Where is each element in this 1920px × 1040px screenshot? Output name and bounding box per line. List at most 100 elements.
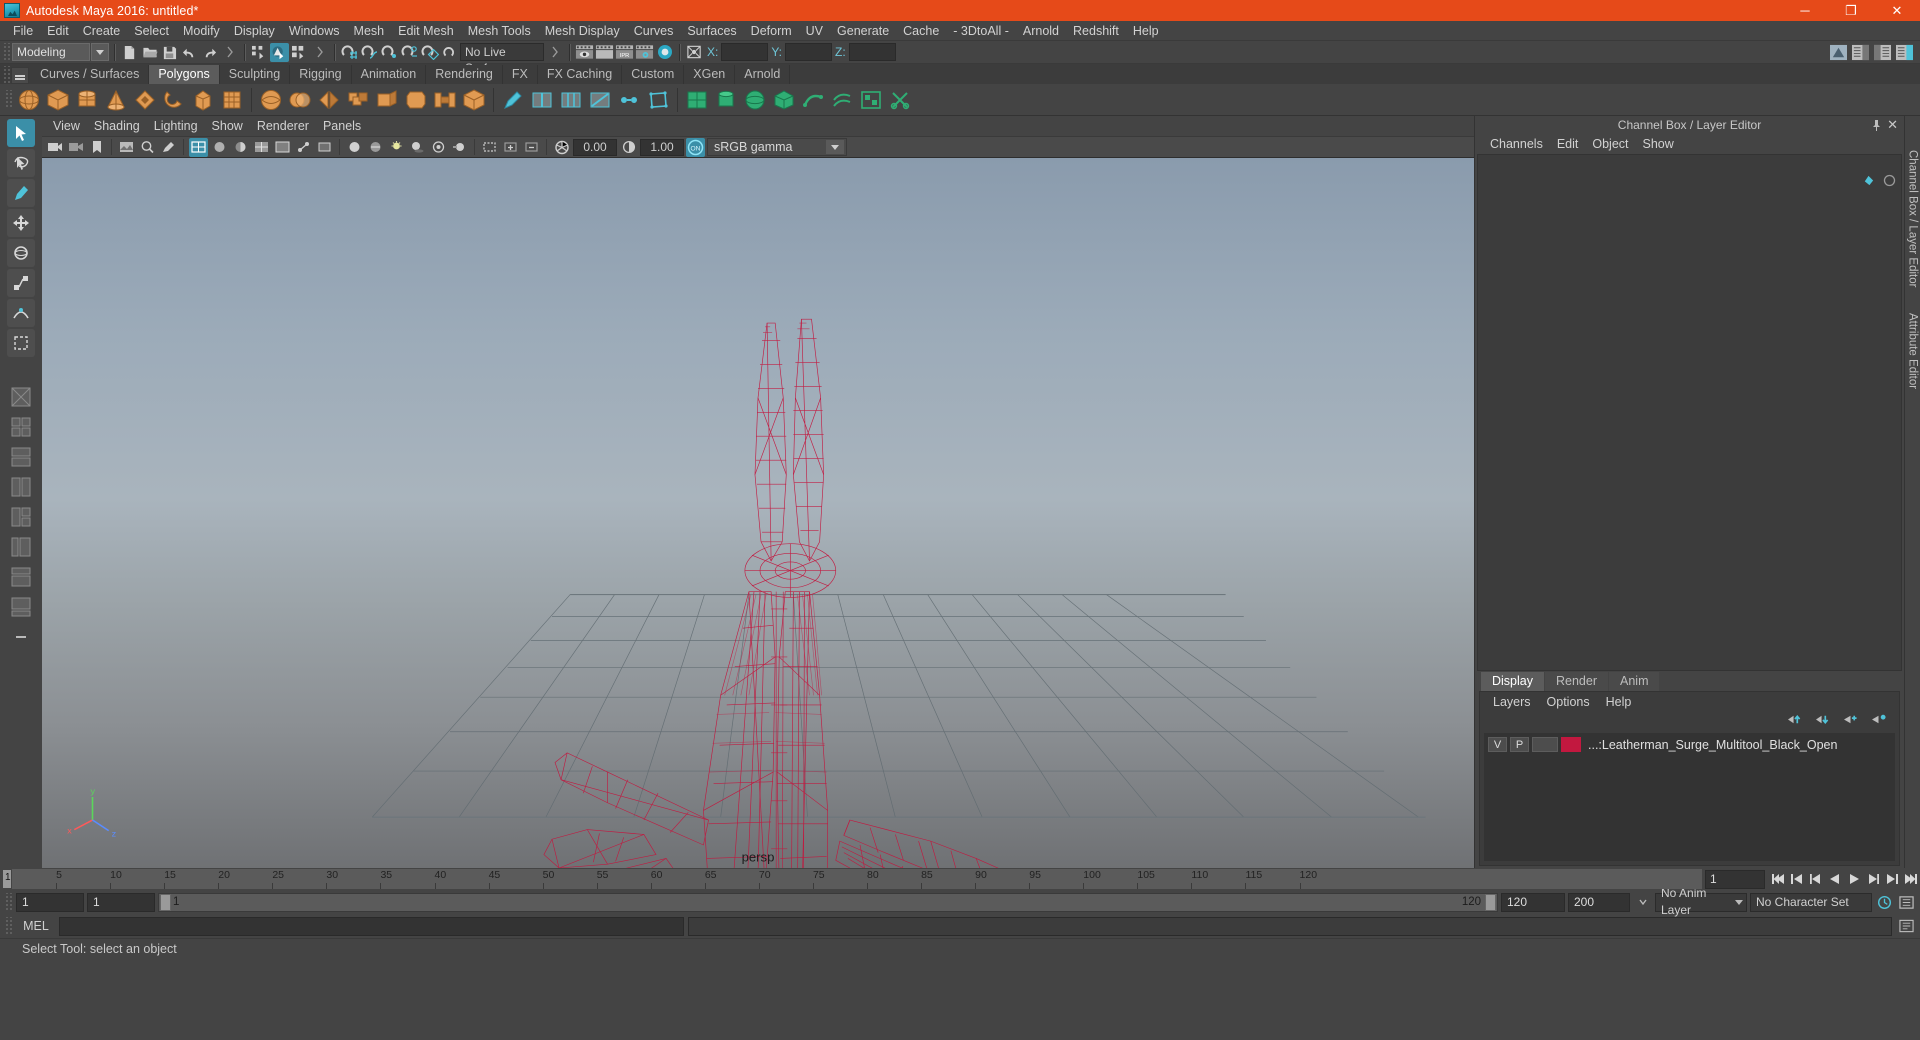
undo-icon[interactable] (180, 43, 199, 62)
use-default-material-icon[interactable] (345, 138, 364, 157)
motion-blur-icon[interactable] (450, 138, 469, 157)
paint-select-tool[interactable] (7, 179, 35, 207)
layer-color-swatch[interactable] (1561, 737, 1581, 752)
menu-mesh-tools[interactable]: Mesh Tools (461, 21, 538, 41)
vertical-tab-channel-box[interactable]: Channel Box / Layer Editor (1907, 150, 1919, 287)
poly-cylinder-icon[interactable] (74, 87, 100, 113)
maximize-button[interactable]: ❐ (1828, 0, 1874, 21)
select-tool[interactable] (7, 119, 35, 147)
menu-modify[interactable]: Modify (176, 21, 227, 41)
create-layer-from-selected-icon[interactable] (1870, 713, 1887, 729)
offset-edge-loop-icon[interactable] (558, 87, 584, 113)
redo-icon[interactable] (200, 43, 219, 62)
time-slider-current-frame-handle[interactable]: 1 (2, 869, 12, 889)
menu-windows[interactable]: Windows (282, 21, 347, 41)
range-slider-grip[interactable] (4, 892, 13, 912)
grease-pencil-icon[interactable] (159, 138, 178, 157)
animation-start-field[interactable]: 1 (16, 892, 84, 912)
new-scene-icon[interactable] (120, 43, 139, 62)
layer-menu-options[interactable]: Options (1540, 692, 1597, 712)
extrude-icon[interactable] (374, 87, 400, 113)
layer-playback-toggle[interactable]: P (1510, 737, 1529, 752)
menu-surfaces[interactable]: Surfaces (680, 21, 743, 41)
viewport-menu-lighting[interactable]: Lighting (147, 116, 205, 136)
channel-box-menu-edit[interactable]: Edit (1550, 134, 1586, 154)
target-weld-icon[interactable] (616, 87, 642, 113)
menu-edit[interactable]: Edit (40, 21, 76, 41)
close-icon[interactable]: ✕ (1887, 117, 1898, 133)
play-backwards-icon[interactable] (1825, 870, 1844, 889)
hypershade-persp-layout[interactable] (7, 563, 35, 591)
poly-cube-icon[interactable] (45, 87, 71, 113)
viewport-menu-show[interactable]: Show (205, 116, 250, 136)
go-to-start-icon[interactable] (1768, 870, 1787, 889)
exposure-icon[interactable] (552, 138, 571, 157)
paint-bucket-icon[interactable] (1862, 174, 1875, 190)
render-current-frame-icon[interactable] (575, 43, 594, 62)
time-slider-ruler[interactable]: 1 5 10 15 20 25 30 35 40 45 50 55 60 65 70 75 80 85 90 95 1… (2, 869, 1702, 889)
play-forwards-icon[interactable] (1844, 870, 1863, 889)
snap-to-grid-icon[interactable] (340, 43, 359, 62)
animation-preferences-icon[interactable] (1897, 893, 1916, 912)
channel-box-menu-show[interactable]: Show (1636, 134, 1681, 154)
wireframe-on-shaded-icon[interactable] (252, 138, 271, 157)
menu-set-dropdown-icon[interactable] (91, 43, 109, 61)
menu-mesh[interactable]: Mesh (347, 21, 392, 41)
menu-arnold[interactable]: Arnold (1016, 21, 1066, 41)
menu-3dtoall[interactable]: - 3DtoAll - (946, 21, 1016, 41)
uv-cut-icon[interactable] (887, 87, 913, 113)
menu-create[interactable]: Create (76, 21, 128, 41)
rotate-tool[interactable] (7, 239, 35, 267)
snap-to-view-plane-icon[interactable] (420, 43, 439, 62)
ipr-render-icon[interactable]: IPR (615, 43, 634, 62)
booleans-icon[interactable] (345, 87, 371, 113)
layer-tab-render[interactable]: Render (1545, 672, 1608, 691)
snap-to-none-icon[interactable] (440, 43, 459, 62)
shelf-tab-fx[interactable]: FX (502, 65, 538, 84)
close-button[interactable]: ✕ (1874, 0, 1920, 21)
toggle-channel-box-icon[interactable] (1895, 43, 1914, 62)
shelf-tab-grip[interactable] (2, 66, 11, 84)
menu-cache[interactable]: Cache (896, 21, 946, 41)
viewport-3d[interactable]: persp y x z (42, 158, 1474, 868)
shelf-tab-sculpting[interactable]: Sculpting (219, 65, 291, 84)
layer-tab-anim[interactable]: Anim (1609, 672, 1660, 691)
uv-automatic-icon[interactable] (771, 87, 797, 113)
menu-select[interactable]: Select (127, 21, 176, 41)
viewport-menu-shading[interactable]: Shading (87, 116, 147, 136)
x-ray-display-icon[interactable] (273, 138, 292, 157)
snap-to-projected-center-icon[interactable] (400, 43, 419, 62)
layer-tab-display[interactable]: Display (1481, 672, 1544, 691)
color-management-selector[interactable]: sRGB gamma (707, 138, 847, 156)
append-polygon-icon[interactable] (461, 87, 487, 113)
shelf-tab-polygons[interactable]: Polygons (149, 65, 220, 84)
anim-layer-selector[interactable]: No Anim Layer (1655, 886, 1747, 917)
toggle-attribute-editor-icon[interactable] (1851, 43, 1870, 62)
step-back-key-icon[interactable] (1787, 870, 1806, 889)
coord-x-input[interactable] (721, 43, 769, 61)
redo-previous-render-icon[interactable] (595, 43, 614, 62)
menu-help[interactable]: Help (1126, 21, 1166, 41)
range-end-field[interactable]: 120 (1501, 892, 1565, 912)
layer-visibility-toggle[interactable]: V (1488, 737, 1507, 752)
toggle-hypershade-icon[interactable] (655, 43, 674, 62)
menu-generate[interactable]: Generate (830, 21, 896, 41)
use-all-lights-icon[interactable] (387, 138, 406, 157)
select-by-component-type-icon[interactable] (290, 43, 309, 62)
step-forward-frame-icon[interactable] (1863, 870, 1882, 889)
uv-editor-icon[interactable] (858, 87, 884, 113)
smooth-shade-selected-icon[interactable] (231, 138, 250, 157)
persp-graph-layout[interactable] (7, 593, 35, 621)
poly-helix-icon[interactable] (219, 87, 245, 113)
image-plane-icon[interactable] (117, 138, 136, 157)
menu-file[interactable]: File (6, 21, 40, 41)
single-perspective-view-layout[interactable] (7, 383, 35, 411)
snap-to-curve-icon[interactable] (360, 43, 379, 62)
shaded-display-textures-icon[interactable] (366, 138, 385, 157)
poly-prism-icon[interactable] (190, 87, 216, 113)
menu-mesh-display[interactable]: Mesh Display (538, 21, 627, 41)
range-slider-track[interactable]: 1 120 (158, 892, 1498, 912)
two-d-pan-zoom-icon[interactable] (138, 138, 157, 157)
insert-edge-loop-icon[interactable] (529, 87, 555, 113)
shelf-grip[interactable] (4, 90, 13, 109)
